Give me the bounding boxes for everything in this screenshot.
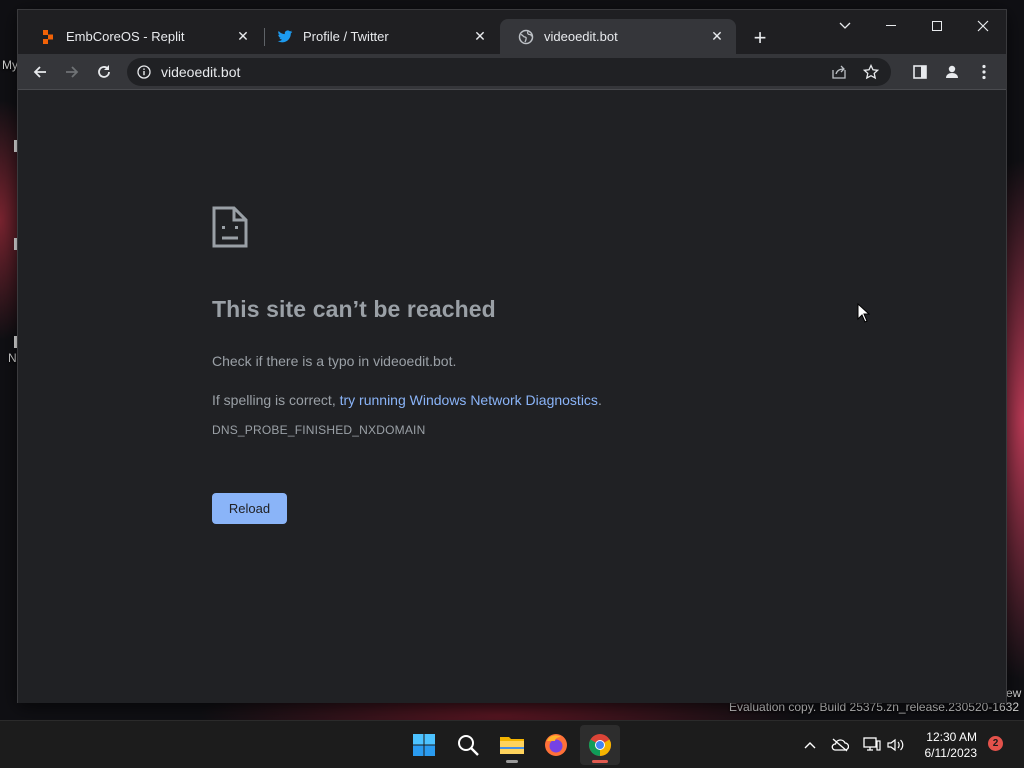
chevron-up-icon: [804, 742, 816, 749]
network-button[interactable]: [862, 735, 882, 755]
typo-hint: Check if there is a typo in videoedit.bo…: [212, 353, 457, 369]
close-icon[interactable]: ✕: [708, 28, 726, 46]
tab-strip: EmbCoreOS - Replit ✕ Profile / Twitter ✕…: [18, 10, 1006, 54]
forward-arrow-icon: [66, 66, 79, 78]
error-code: DNS_PROBE_FINISHED_NXDOMAIN: [212, 423, 426, 437]
clock-time: 12:30 AM: [926, 730, 977, 744]
tab-twitter[interactable]: Profile / Twitter ✕: [259, 19, 499, 54]
address-text[interactable]: videoedit.bot: [161, 64, 240, 80]
info-icon[interactable]: [137, 65, 151, 79]
show-hidden-icons-button[interactable]: [800, 735, 820, 755]
firefox-icon: [545, 734, 567, 756]
new-tab-button[interactable]: +: [746, 24, 774, 52]
tab-replit[interactable]: EmbCoreOS - Replit ✕: [22, 19, 262, 54]
twitter-icon: [277, 29, 293, 45]
taskbar: 12:30 AM 6/11/2023: [0, 720, 1024, 768]
reload-button[interactable]: Reload: [212, 493, 287, 524]
file-explorer-icon: [500, 737, 524, 754]
profile-button[interactable]: [938, 58, 966, 86]
mouse-cursor-icon: [857, 302, 871, 328]
maximize-icon: [932, 21, 942, 31]
minimize-button[interactable]: [868, 10, 914, 42]
error-title: This site can’t be reached: [212, 296, 496, 322]
maximize-button[interactable]: [914, 10, 960, 42]
minimize-icon: [886, 25, 896, 26]
tab-title: Profile / Twitter: [303, 29, 389, 44]
desktop-icon-label[interactable]: My: [2, 58, 18, 72]
start-icon: [413, 734, 435, 756]
search-icon: [458, 735, 479, 756]
profile-icon: [946, 65, 958, 78]
close-icon[interactable]: ✕: [234, 28, 252, 46]
reload-icon: [98, 65, 110, 78]
network-icon: [863, 737, 881, 751]
sad-document-icon: [212, 206, 248, 253]
start-button[interactable]: [404, 725, 444, 765]
side-panel-icon: [913, 65, 927, 79]
volume-button[interactable]: [886, 735, 906, 755]
onedrive-button[interactable]: [830, 735, 850, 755]
diagnostics-hint: If spelling is correct, try running Wind…: [212, 392, 602, 408]
close-icon: [977, 20, 989, 32]
running-indicator: [506, 760, 518, 763]
bookmark-star-icon[interactable]: [863, 64, 879, 80]
browser-toolbar: videoedit.bot: [18, 54, 1006, 90]
volume-icon: [887, 738, 904, 752]
tab-title: EmbCoreOS - Replit: [66, 29, 185, 44]
replit-icon: [40, 29, 56, 45]
back-arrow-icon: [33, 66, 46, 78]
error-page: This site can’t be reached Check if ther…: [18, 91, 1006, 703]
firefox-button[interactable]: [536, 725, 576, 765]
diagnostics-hint-suffix: .: [597, 392, 602, 408]
plus-icon: +: [753, 25, 767, 50]
desktop-icon-label: ew: [1006, 686, 1022, 700]
browser-window: EmbCoreOS - Replit ✕ Profile / Twitter ✕…: [17, 9, 1007, 703]
back-button[interactable]: [26, 58, 54, 86]
tab-title: videoedit.bot: [544, 29, 618, 44]
chrome-icon: [589, 734, 611, 756]
clock[interactable]: 12:30 AM 6/11/2023: [925, 729, 978, 761]
more-vertical-icon: [982, 64, 986, 80]
active-indicator: [592, 760, 608, 763]
close-icon[interactable]: ✕: [471, 28, 489, 46]
address-bar[interactable]: videoedit.bot: [127, 58, 891, 86]
file-explorer-button[interactable]: [492, 725, 532, 765]
globe-icon: [518, 29, 534, 45]
cloud-offline-icon: [831, 738, 849, 752]
side-panel-button[interactable]: [906, 58, 934, 86]
taskbar-search-button[interactable]: [448, 725, 488, 765]
menu-button[interactable]: [970, 58, 998, 86]
chevron-down-icon: [839, 22, 851, 29]
close-window-button[interactable]: [960, 10, 1006, 42]
share-icon[interactable]: [831, 64, 847, 80]
notification-badge[interactable]: 2: [988, 736, 1003, 751]
clock-date: 6/11/2023: [924, 746, 978, 760]
network-diagnostics-link[interactable]: try running Windows Network Diagnostics: [340, 392, 598, 408]
chrome-button[interactable]: [580, 725, 620, 765]
tab-videoedit[interactable]: videoedit.bot ✕: [500, 19, 736, 54]
reload-toolbar-button[interactable]: [90, 58, 118, 86]
tab-search-button[interactable]: [822, 10, 868, 42]
diagnostics-hint-prefix: If spelling is correct,: [212, 392, 340, 408]
forward-button[interactable]: [58, 58, 86, 86]
desktop-icon-label[interactable]: N: [8, 351, 17, 365]
